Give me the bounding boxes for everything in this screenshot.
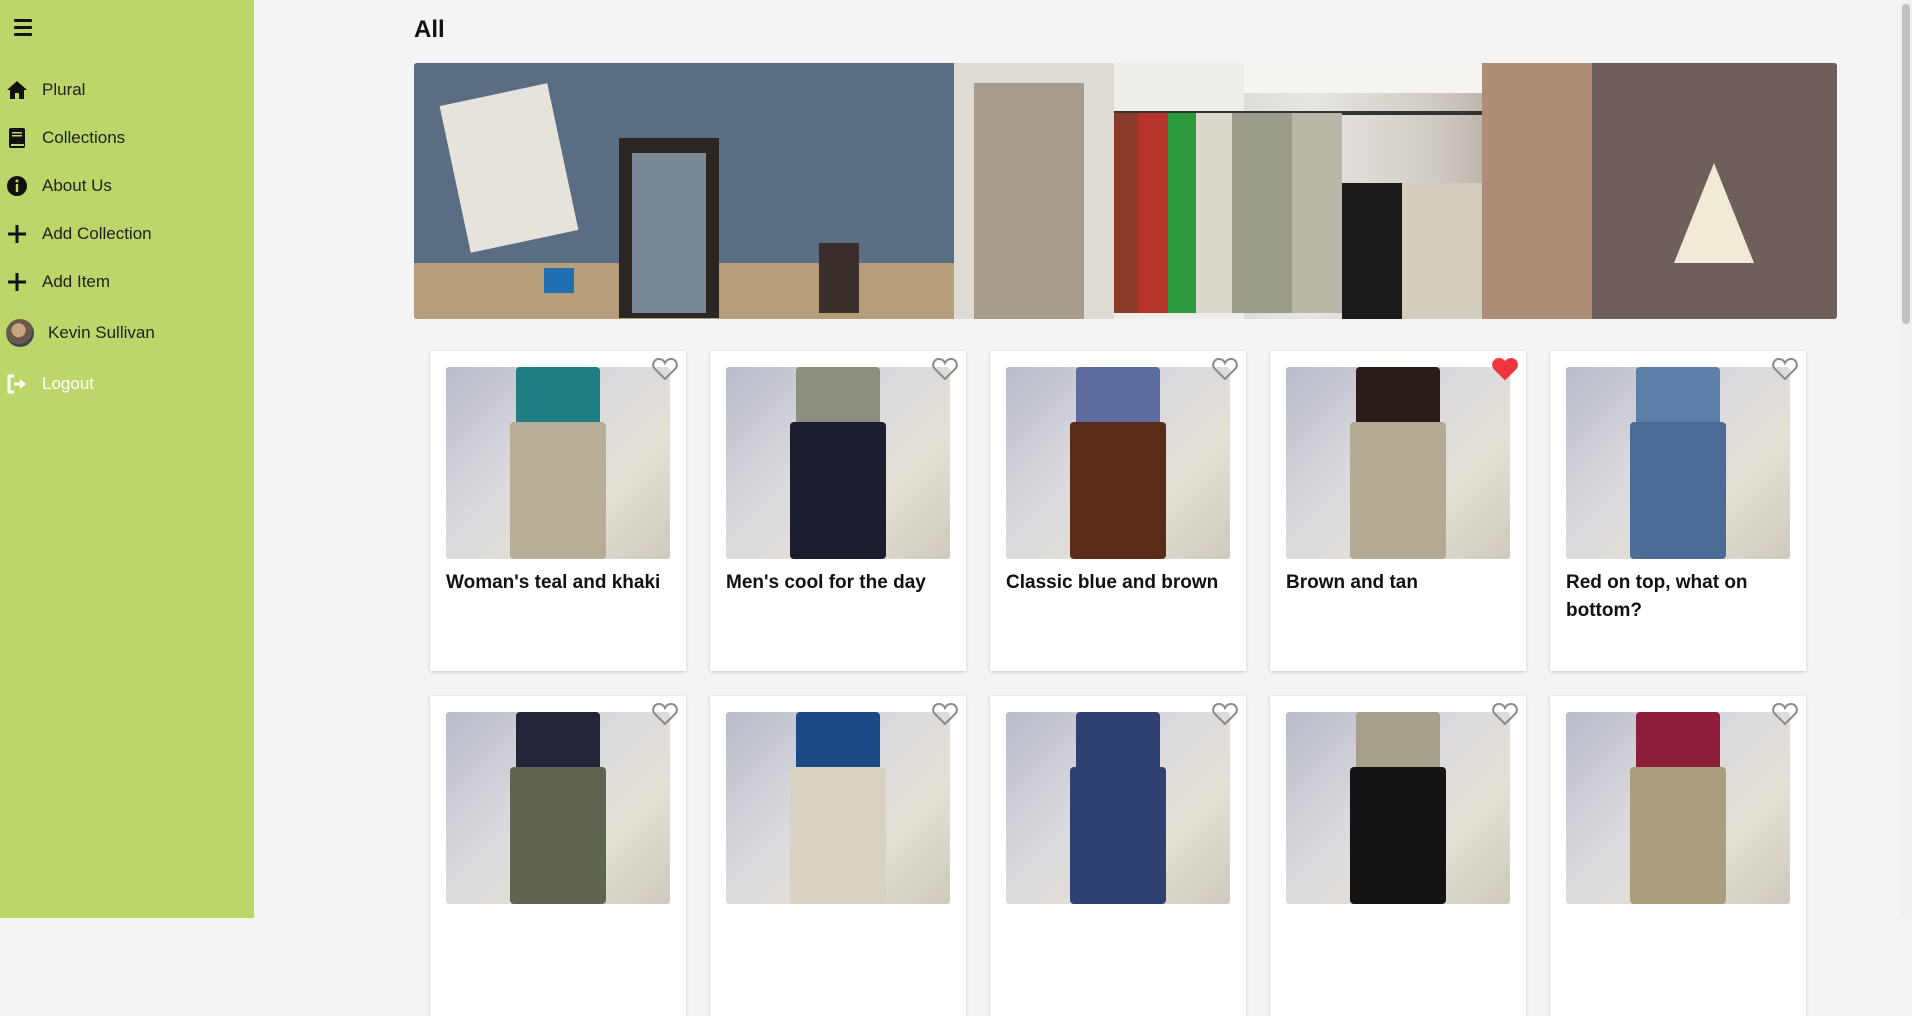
banner-image xyxy=(414,63,1837,319)
item-photo xyxy=(1006,712,1230,904)
sidebar-item-profile[interactable]: Kevin Sullivan xyxy=(0,316,254,350)
item-photo xyxy=(1566,712,1790,904)
item-card[interactable] xyxy=(1550,696,1806,1016)
avatar xyxy=(6,319,34,347)
hamburger-menu-icon[interactable] xyxy=(14,16,38,38)
garment-bottom xyxy=(1630,767,1726,904)
sidebar-item-label: Collections xyxy=(42,128,126,147)
sidebar-item-label: Add Collection xyxy=(42,224,152,243)
item-photo xyxy=(1006,367,1230,559)
info-icon xyxy=(6,175,28,197)
garment-top xyxy=(1636,712,1720,772)
garment-bottom xyxy=(510,767,606,904)
garment-bottom xyxy=(1070,422,1166,559)
item-card[interactable] xyxy=(990,696,1246,1016)
item-title: Men's cool for the day xyxy=(726,572,926,593)
heart-outline-icon[interactable] xyxy=(1212,702,1238,726)
plus-icon xyxy=(6,223,28,245)
sidebar: Plural Collections About Us Add Collecti… xyxy=(0,0,254,918)
item-photo xyxy=(1566,367,1790,559)
heart-outline-icon[interactable] xyxy=(932,357,958,381)
item-photo xyxy=(446,712,670,904)
item-photo xyxy=(446,367,670,559)
garment-top xyxy=(516,712,600,772)
item-card[interactable] xyxy=(430,696,686,1016)
item-title: Woman's teal and khaki xyxy=(446,572,661,593)
item-photo xyxy=(726,367,950,559)
item-card[interactable] xyxy=(710,696,966,1016)
sidebar-item-label: Plural xyxy=(42,80,86,99)
sidebar-item-label: Kevin Sullivan xyxy=(48,323,155,342)
garment-top xyxy=(516,367,600,427)
item-photo xyxy=(1286,367,1510,559)
heart-outline-icon[interactable] xyxy=(1772,357,1798,381)
item-card[interactable]: Red on top, what on bottom? xyxy=(1550,351,1806,671)
plus-icon xyxy=(6,271,28,293)
heart-filled-icon[interactable] xyxy=(1492,357,1518,381)
item-card[interactable]: Classic blue and brown xyxy=(990,351,1246,671)
garment-bottom xyxy=(1350,767,1446,904)
garment-bottom xyxy=(1630,422,1726,559)
sidebar-item-about-us[interactable]: About Us xyxy=(0,169,254,203)
garment-top xyxy=(796,367,880,427)
garment-bottom xyxy=(1070,767,1166,904)
vertical-scrollbar[interactable] xyxy=(1900,0,1912,918)
heart-outline-icon[interactable] xyxy=(932,702,958,726)
garment-top xyxy=(796,712,880,772)
sidebar-item-collections[interactable]: Collections xyxy=(0,121,254,155)
garment-bottom xyxy=(510,422,606,559)
item-card[interactable]: Woman's teal and khaki xyxy=(430,351,686,671)
garment-bottom xyxy=(790,767,886,904)
logout-icon xyxy=(6,373,28,395)
item-card[interactable]: Men's cool for the day xyxy=(710,351,966,671)
page-title: All xyxy=(414,16,445,43)
garment-bottom xyxy=(1350,422,1446,559)
item-card[interactable]: Brown and tan xyxy=(1270,351,1526,671)
item-title: Classic blue and brown xyxy=(1006,572,1219,593)
garment-top xyxy=(1636,367,1720,427)
garment-top xyxy=(1076,712,1160,772)
garment-top xyxy=(1356,367,1440,427)
item-title: Red on top, what on bottom? xyxy=(1566,572,1748,621)
item-photo xyxy=(726,712,950,904)
sidebar-item-label: Add Item xyxy=(42,272,111,291)
book-icon xyxy=(6,127,28,149)
item-title: Brown and tan xyxy=(1286,572,1418,593)
garment-top xyxy=(1356,712,1440,772)
sidebar-item-add-item[interactable]: Add Item xyxy=(0,265,254,299)
heart-outline-icon[interactable] xyxy=(1212,357,1238,381)
sidebar-item-add-collection[interactable]: Add Collection xyxy=(0,217,254,251)
garment-bottom xyxy=(790,422,886,559)
sidebar-item-label: About Us xyxy=(42,176,112,195)
item-card[interactable] xyxy=(1270,696,1526,1016)
heart-outline-icon[interactable] xyxy=(1772,702,1798,726)
sidebar-item-logout[interactable]: Logout xyxy=(0,367,254,401)
heart-outline-icon[interactable] xyxy=(652,702,678,726)
item-photo xyxy=(1286,712,1510,904)
sidebar-item-label: Logout xyxy=(42,374,94,393)
heart-outline-icon[interactable] xyxy=(1492,702,1518,726)
heart-outline-icon[interactable] xyxy=(652,357,678,381)
garment-top xyxy=(1076,367,1160,427)
sidebar-item-plural[interactable]: Plural xyxy=(0,73,254,107)
home-icon xyxy=(6,79,28,101)
